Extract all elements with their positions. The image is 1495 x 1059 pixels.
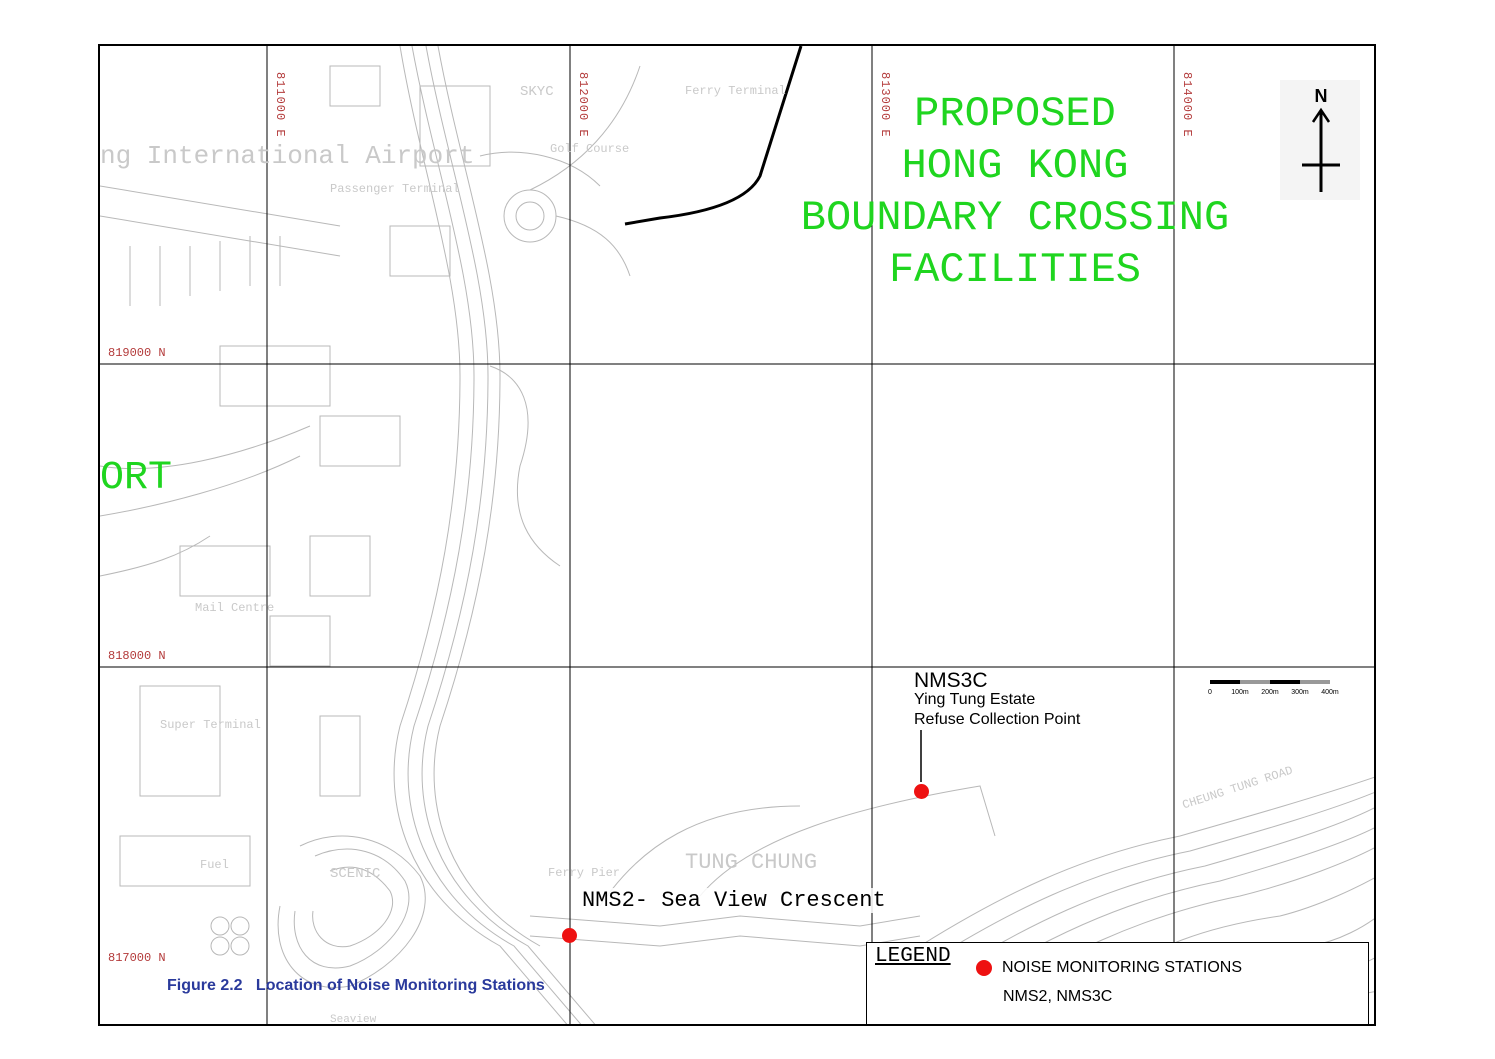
easting-label-811000: 811000 E bbox=[273, 72, 287, 138]
northing-label-819000: 819000 N bbox=[108, 346, 166, 360]
scale-tick-100m: 100m bbox=[1231, 689, 1249, 696]
north-letter: N bbox=[1315, 86, 1328, 106]
ferry-pier-label: Ferry Pier bbox=[548, 866, 621, 880]
nms3c-leader-line bbox=[920, 730, 922, 782]
nms2-label: NMS2- Sea View Crescent bbox=[580, 888, 888, 913]
nms3c-station-marker[interactable] bbox=[914, 784, 929, 799]
airport-name-label: ng International Airport bbox=[100, 141, 475, 171]
scale-tick-400m: 400m bbox=[1321, 689, 1339, 696]
golf-course-label: Golf Course bbox=[550, 142, 630, 156]
legend: LEGEND NOISE MONITORING STATIONS NMS2, N… bbox=[866, 942, 1369, 1025]
nms3c-title: NMS3C bbox=[914, 669, 988, 692]
legend-title: LEGEND bbox=[875, 945, 951, 968]
airport-label-fragment: ORT bbox=[100, 456, 173, 501]
scale-tick-200m: 200m bbox=[1261, 689, 1279, 696]
map-frame: 811000 E 812000 E 813000 E 814000 E 8190… bbox=[98, 44, 1376, 1026]
legend-station-marker bbox=[976, 960, 992, 976]
nms3c-location-line1: Ying Tung Estate bbox=[914, 691, 1036, 708]
scale-bar: 0 100m 200m 300m 400m bbox=[1208, 680, 1339, 696]
boundary-crossing-label: PROPOSED HONG KONG BOUNDARY CROSSING FAC… bbox=[800, 90, 1230, 294]
easting-label-812000: 812000 E bbox=[576, 72, 590, 138]
north-arrow: N bbox=[1280, 80, 1360, 200]
legend-item-label: NOISE MONITORING STATIONS bbox=[1002, 959, 1243, 976]
scale-tick-0: 0 bbox=[1208, 689, 1212, 696]
skycity-label: SKYC bbox=[520, 84, 554, 100]
ferry-terminal-label: Ferry Terminal bbox=[685, 84, 786, 98]
boundary-crossing-outline bbox=[624, 46, 803, 226]
mail-centre-label: Mail Centre bbox=[195, 601, 275, 615]
nms3c-location-line2: Refuse Collection Point bbox=[914, 711, 1081, 728]
northing-label-817000: 817000 N bbox=[108, 951, 166, 965]
scenic-label: SCENIC bbox=[330, 866, 381, 882]
passenger-terminal-label: Passenger Terminal bbox=[330, 182, 460, 196]
legend-item-stations: NMS2, NMS3C bbox=[1003, 988, 1113, 1005]
fuel-label: Fuel bbox=[200, 858, 229, 872]
scale-tick-300m: 300m bbox=[1291, 689, 1309, 696]
nms2-station-marker[interactable] bbox=[562, 928, 577, 943]
figure-caption: Figure 2.2 Location of Noise Monitoring … bbox=[167, 977, 545, 994]
northing-label-818000: 818000 N bbox=[108, 649, 166, 663]
tung-chung-label: TUNG CHUNG bbox=[685, 850, 818, 875]
seaview-label: Seaview bbox=[330, 1014, 377, 1026]
super-terminal-label: Super Terminal bbox=[160, 718, 261, 732]
